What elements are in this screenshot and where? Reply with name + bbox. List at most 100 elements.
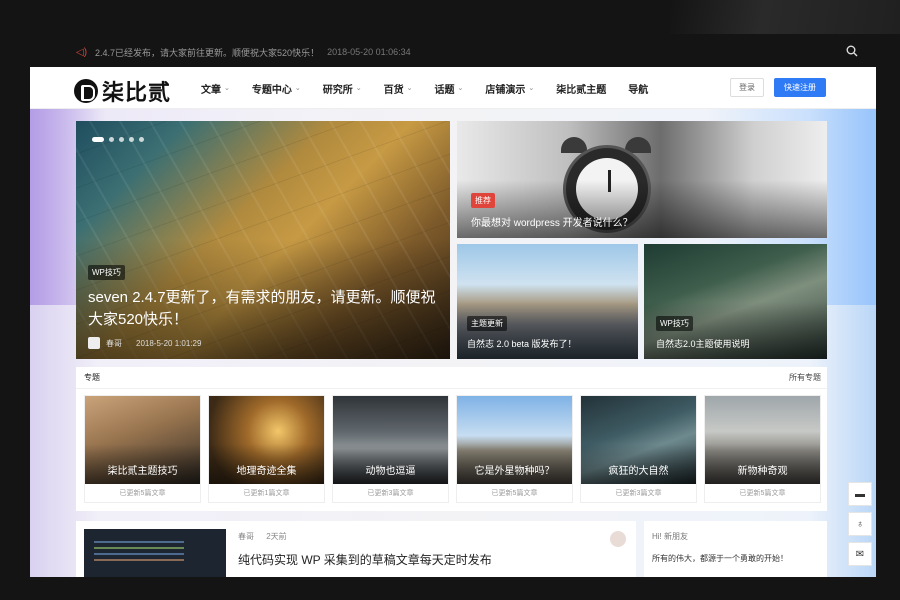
topic-name: 它是外星物种吗？: [474, 466, 555, 477]
topics-heading: 专题: [84, 373, 100, 382]
nav-item-discussions[interactable]: 话题 ⌄: [435, 81, 464, 96]
slider-dot[interactable]: [139, 137, 144, 142]
nav-label: 店铺演示: [485, 84, 526, 96]
hero-slider[interactable]: WP技巧 seven 2.4.7更新了，有需求的朋友，请更新。顺便祝大家520快…: [76, 121, 450, 359]
post-title[interactable]: 纯代码实现 WP 采集到的草稿文章每天定时发布: [238, 551, 492, 568]
post-date: 2018-5-20 1:01:29: [136, 338, 202, 348]
nav-item-theme[interactable]: 柒比贰主题: [556, 81, 606, 96]
slider-dot[interactable]: [119, 137, 124, 142]
author-name[interactable]: 春哥: [238, 532, 254, 541]
nav-label: 柒比贰主题: [556, 84, 607, 96]
nav-item-shop-demo[interactable]: 店铺演示 ⌄: [485, 81, 534, 96]
login-button[interactable]: 登录: [730, 78, 764, 97]
avatar[interactable]: [88, 337, 100, 349]
author-name[interactable]: 春哥: [106, 338, 122, 349]
notice-bar: ◁) 2.4.7已经发布，请大家前往更新。顺便祝大家520快乐！ 2018-05…: [30, 37, 876, 67]
topic-count: 已更新5篇文章: [491, 490, 538, 497]
slider-dot[interactable]: [109, 137, 114, 142]
post-meta: 春哥 2天前: [238, 531, 287, 542]
category-badge[interactable]: 主题更新: [467, 316, 507, 331]
chevron-down-icon: ⌄: [294, 85, 301, 92]
featured-tile-forest[interactable]: WP技巧 自然志2.0主题使用说明: [644, 244, 827, 359]
nav-item-articles[interactable]: 文章 ⌄: [201, 81, 230, 96]
category-badge[interactable]: WP技巧: [656, 316, 693, 331]
site-logo[interactable]: 柒比贰: [74, 75, 171, 107]
hero-title[interactable]: seven 2.4.7更新了，有需求的朋友，请更新。顺便祝大家520快乐！: [88, 287, 438, 331]
chevron-down-icon: ⌄: [224, 85, 230, 92]
chevron-down-icon: ⌄: [457, 85, 464, 92]
topics-header: 专题 所有专题: [76, 367, 827, 389]
slider-dots: [92, 137, 149, 142]
topic-card[interactable]: 它是外星物种吗？ 已更新5篇文章: [456, 395, 573, 503]
logo-text: 柒比贰: [102, 81, 172, 106]
tile-title[interactable]: 自然志2.0主题使用说明: [656, 337, 750, 350]
avatar[interactable]: [610, 531, 626, 547]
notice-icon: ◁): [76, 46, 88, 58]
widget-body: 所有的伟大，都源于一个勇敢的开始！: [652, 554, 788, 563]
nav-label: 导航: [628, 84, 649, 96]
topic-image: 新物种奇观: [705, 396, 820, 484]
chevron-down-icon: ⌄: [406, 85, 413, 92]
topic-count: 已更新3篇文章: [367, 490, 414, 497]
search-icon[interactable]: [846, 45, 858, 57]
topic-card[interactable]: 疯狂的大自然 已更新3篇文章: [580, 395, 697, 503]
nav-label: 专题中心: [251, 84, 292, 96]
topic-image: 疯狂的大自然: [581, 396, 696, 484]
nav-item-navigation[interactable]: 导航: [628, 81, 648, 96]
nav-label: 文章: [201, 84, 221, 96]
welcome-widget: Hi! 新朋友 所有的伟大，都源于一个勇敢的开始！: [644, 521, 827, 577]
all-topics-link[interactable]: 所有专题: [789, 372, 821, 383]
widget-title: Hi! 新朋友: [652, 532, 688, 541]
hero-meta: 春哥 2018-5-20 1:01:29: [88, 337, 201, 349]
topic-card[interactable]: 柒比贰主题技巧 已更新5篇文章: [84, 395, 201, 503]
topic-image: 柒比贰主题技巧: [85, 396, 200, 484]
slider-dot[interactable]: [129, 137, 134, 142]
post-time: 2天前: [266, 532, 287, 541]
topic-card[interactable]: 地理奇迹全集 已更新1篇文章: [208, 395, 325, 503]
post-list-item[interactable]: 春哥 2天前 纯代码实现 WP 采集到的草稿文章每天定时发布: [76, 521, 636, 577]
category-badge[interactable]: WP技巧: [88, 265, 125, 280]
lightbulb-icon[interactable]: ♁: [848, 512, 872, 536]
post-thumbnail[interactable]: [84, 529, 226, 577]
side-toolbar: ▬ ♁ ✉: [848, 482, 876, 572]
mail-icon[interactable]: ✉: [848, 542, 872, 566]
register-button[interactable]: 快速注册: [774, 78, 826, 97]
topic-name: 地理奇迹全集: [236, 466, 297, 477]
topic-name: 新物种奇观: [737, 466, 788, 477]
nav-item-topics[interactable]: 专题中心 ⌄: [252, 81, 301, 96]
nav-item-store[interactable]: 百货 ⌄: [384, 81, 413, 96]
notice-time: 2018-05-20 01:06:34: [327, 47, 411, 57]
tile-title[interactable]: 你最想对 wordpress 开发者说什么？: [471, 214, 633, 229]
topic-card[interactable]: 动物也逗逼 已更新3篇文章: [332, 395, 449, 503]
topic-count: 已更新5篇文章: [119, 490, 166, 497]
slider-dot[interactable]: [92, 137, 104, 142]
topic-image: 地理奇迹全集: [209, 396, 324, 484]
topics-section: 专题 所有专题 柒比贰主题技巧 已更新5篇文章 地理奇迹全集 已更新1篇文章 动…: [76, 367, 827, 511]
topic-card[interactable]: 新物种奇观 已更新5篇文章: [704, 395, 821, 503]
topic-image: 动物也逗逼: [333, 396, 448, 484]
clock-hand: [608, 170, 611, 192]
topic-name: 柒比贰主题技巧: [107, 466, 178, 477]
chat-icon[interactable]: ▬: [848, 482, 872, 506]
topic-count: 已更新5篇文章: [739, 490, 786, 497]
browser-screen: ◁) 2.4.7已经发布，请大家前往更新。顺便祝大家520快乐！ 2018-05…: [30, 37, 876, 577]
nav-label: 话题: [434, 84, 455, 96]
topic-name: 疯狂的大自然: [608, 466, 669, 477]
topic-count: 已更新1篇文章: [243, 490, 290, 497]
chevron-down-icon: ⌄: [355, 85, 362, 92]
recommend-badge[interactable]: 推荐: [471, 193, 495, 208]
logo-icon: [74, 79, 98, 103]
site-header: 柒比贰 文章 ⌄ 专题中心 ⌄ 研究所 ⌄ 百货 ⌄ 话题 ⌄ 店铺演示 ⌄ 柒比贰主题 导…: [30, 67, 876, 109]
nav-label: 百货: [383, 84, 404, 96]
featured-tile-town[interactable]: 主题更新 自然志 2.0 beta 版发布了！: [457, 244, 638, 359]
featured-tile-clock[interactable]: 推荐 你最想对 wordpress 开发者说什么？: [457, 121, 827, 238]
topic-name: 动物也逗逼: [365, 466, 416, 477]
chevron-down-icon: ⌄: [528, 85, 535, 92]
topic-image: 它是外星物种吗？: [457, 396, 572, 484]
topic-count: 已更新3篇文章: [615, 490, 662, 497]
notice-text[interactable]: 2.4.7已经发布，请大家前往更新。顺便祝大家520快乐！: [95, 46, 319, 59]
nav-label: 研究所: [322, 84, 353, 96]
nav-item-institute[interactable]: 研究所 ⌄: [323, 81, 362, 96]
tile-title[interactable]: 自然志 2.0 beta 版发布了！: [467, 337, 577, 350]
main-nav: 文章 ⌄ 专题中心 ⌄ 研究所 ⌄ 百货 ⌄ 话题 ⌄ 店铺演示 ⌄ 柒比贰主题 导航: [201, 67, 670, 109]
